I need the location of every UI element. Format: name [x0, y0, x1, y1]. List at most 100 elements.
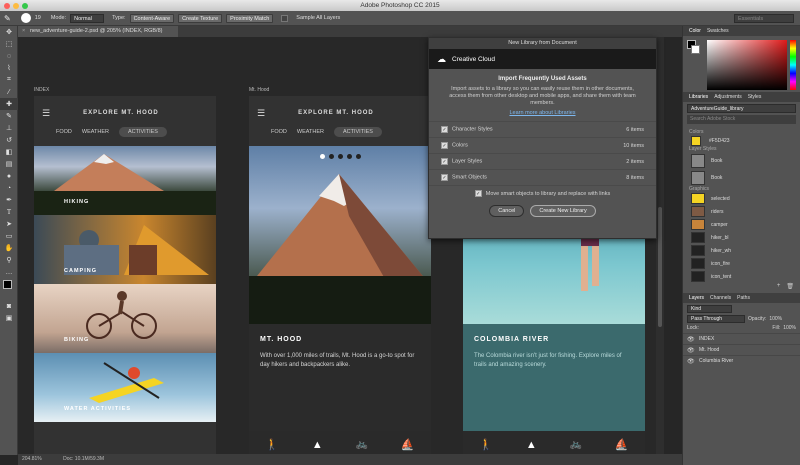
tab-activities[interactable]: ACTIVITIES: [333, 127, 382, 137]
minimize-window-icon[interactable]: [13, 2, 19, 9]
eye-icon[interactable]: 👁: [687, 358, 695, 365]
layer-row[interactable]: 👁 Columbia River: [683, 355, 800, 366]
history-brush-tool-icon[interactable]: ↺: [0, 134, 18, 146]
hamburger-menu-icon[interactable]: ☰: [42, 108, 51, 119]
hiker-icon[interactable]: 🚶: [265, 438, 279, 451]
artboard-label-index[interactable]: INDEX: [34, 87, 49, 93]
lasso-tool-icon[interactable]: ◌: [0, 50, 18, 62]
artboard-mt-hood[interactable]: ☰ EXPLORE MT. HOOD FOOD WEATHER ACTIVITI…: [249, 96, 431, 454]
library-graphic-item[interactable]: hiker_bl: [683, 231, 800, 244]
eye-icon[interactable]: 👁: [687, 336, 695, 343]
screen-mode-icon[interactable]: ▣: [0, 312, 18, 324]
tab-channels[interactable]: Channels: [710, 295, 731, 301]
tab-layers[interactable]: Layers: [689, 295, 704, 301]
asset-row-smart-objects[interactable]: ✓ Smart Objects 8 items: [429, 169, 656, 185]
library-graphic-item[interactable]: riders: [683, 205, 800, 218]
tile-hiking[interactable]: HIKING: [34, 146, 216, 215]
move-option[interactable]: ✓ Move smart objects to library and repl…: [429, 185, 656, 201]
path-selection-tool-icon[interactable]: ➤: [0, 218, 18, 230]
library-graphic-item[interactable]: icon_tent: [683, 270, 800, 283]
tab-weather[interactable]: WEATHER: [82, 129, 109, 135]
dodge-tool-icon[interactable]: ◔: [0, 182, 18, 194]
quick-select-tool-icon[interactable]: ⌇: [0, 62, 18, 74]
tab-swatches[interactable]: Swatches: [707, 28, 729, 34]
brush-tool-icon[interactable]: ✎: [0, 110, 18, 122]
fill-value[interactable]: 100%: [783, 325, 796, 331]
checkbox[interactable]: ✓: [441, 158, 448, 165]
move-tool-icon[interactable]: ✥: [0, 26, 18, 38]
blur-tool-icon[interactable]: ●: [0, 170, 18, 182]
tent-icon[interactable]: ▲: [526, 439, 537, 451]
document-tab[interactable]: × new_adventure-guide-2.psd @ 205% (INDE…: [18, 26, 178, 37]
move-smart-objects-checkbox[interactable]: ✓: [474, 190, 482, 197]
workspace-select[interactable]: Essentials: [734, 13, 794, 23]
opacity-value[interactable]: 100%: [769, 316, 782, 322]
asset-row-layer-styles[interactable]: ✓ Layer Styles 2 items: [429, 153, 656, 169]
tab-color[interactable]: Color: [689, 28, 701, 34]
layer-row[interactable]: 👁 INDEX: [683, 333, 800, 344]
tab-food[interactable]: FOOD: [271, 129, 287, 135]
hiker-icon[interactable]: 🚶: [479, 438, 493, 451]
tile-water-activities[interactable]: WATER ACTIVITIES: [34, 353, 216, 422]
create-texture-button[interactable]: Create Texture: [178, 13, 223, 23]
carousel-dots[interactable]: [249, 154, 431, 159]
tile-camping[interactable]: CAMPING: [34, 215, 216, 284]
healing-brush-tool-icon[interactable]: ✎: [4, 14, 11, 23]
library-graphic-item[interactable]: hiker_wh: [683, 244, 800, 257]
brush-preset-picker[interactable]: [20, 13, 31, 23]
layer-row[interactable]: 👁 Mt. Hood: [683, 344, 800, 355]
add-content-icon[interactable]: +: [777, 283, 781, 293]
asset-row-colors[interactable]: ✓ Colors 10 items: [429, 137, 656, 153]
bike-icon[interactable]: 🚲: [356, 439, 368, 450]
sailboat-icon[interactable]: ⛵: [615, 438, 629, 451]
search-input[interactable]: Search Adobe Stock: [687, 115, 796, 124]
color-field[interactable]: [707, 40, 787, 90]
color-picker[interactable]: [683, 36, 800, 92]
create-new-library-button[interactable]: Create New Library: [530, 205, 596, 217]
rectangle-tool-icon[interactable]: ▭: [0, 230, 18, 242]
checkbox[interactable]: ✓: [441, 174, 448, 181]
tab-adjustments[interactable]: Adjustments: [714, 94, 742, 100]
background-color-swatch[interactable]: [691, 45, 700, 54]
tab-food[interactable]: FOOD: [56, 129, 72, 135]
doc-info[interactable]: Doc: 10.1M/59.3M: [63, 456, 104, 462]
cancel-button[interactable]: Cancel: [489, 205, 525, 217]
clone-stamp-tool-icon[interactable]: ⊥: [0, 122, 18, 134]
library-color-item[interactable]: #F5D423: [683, 135, 800, 146]
marquee-tool-icon[interactable]: ⬚: [0, 38, 18, 50]
checkbox[interactable]: ✓: [441, 142, 448, 149]
proximity-match-button[interactable]: Proximity Match: [226, 13, 274, 23]
learn-more-link[interactable]: Learn more about Libraries: [443, 110, 642, 116]
library-style-item[interactable]: Book: [683, 152, 800, 169]
library-graphic-item[interactable]: icon_fire: [683, 257, 800, 270]
zoom-tool-icon[interactable]: ⚲: [0, 254, 18, 266]
blend-mode-select[interactable]: Pass Through: [687, 315, 745, 323]
trash-icon[interactable]: 🗑: [786, 283, 794, 293]
content-aware-button[interactable]: Content-Aware: [129, 13, 175, 23]
color-swatches[interactable]: [0, 278, 17, 300]
library-graphic-item[interactable]: camper: [683, 218, 800, 231]
vertical-scrollbar[interactable]: [656, 37, 664, 454]
tab-activities[interactable]: ACTIVITIES: [118, 127, 167, 137]
type-tool-icon[interactable]: T: [0, 206, 18, 218]
library-style-item[interactable]: Book: [683, 169, 800, 186]
gradient-tool-icon[interactable]: ▤: [0, 158, 18, 170]
healing-brush-tool-icon[interactable]: ✚: [0, 98, 18, 110]
pen-tool-icon[interactable]: ✒: [0, 194, 18, 206]
tab-paths[interactable]: Paths: [737, 295, 750, 301]
eraser-tool-icon[interactable]: ◧: [0, 146, 18, 158]
close-tab-icon[interactable]: ×: [22, 26, 25, 37]
tab-weather[interactable]: WEATHER: [297, 129, 324, 135]
eyedropper-tool-icon[interactable]: ⁄: [0, 86, 18, 98]
mode-select[interactable]: Normal: [70, 13, 105, 23]
asset-row-character-styles[interactable]: ✓ Character Styles 6 items: [429, 121, 656, 137]
library-graphic-item[interactable]: selected: [683, 192, 800, 205]
tab-styles[interactable]: Styles: [748, 94, 762, 100]
tab-libraries[interactable]: Libraries: [689, 94, 708, 100]
crop-tool-icon[interactable]: ⌗: [0, 74, 18, 86]
sailboat-icon[interactable]: ⛵: [401, 438, 415, 451]
kind-filter-select[interactable]: Kind: [687, 305, 732, 313]
checkbox[interactable]: ✓: [441, 126, 448, 133]
zoom-window-icon[interactable]: [22, 2, 28, 9]
hue-slider[interactable]: [790, 40, 796, 90]
